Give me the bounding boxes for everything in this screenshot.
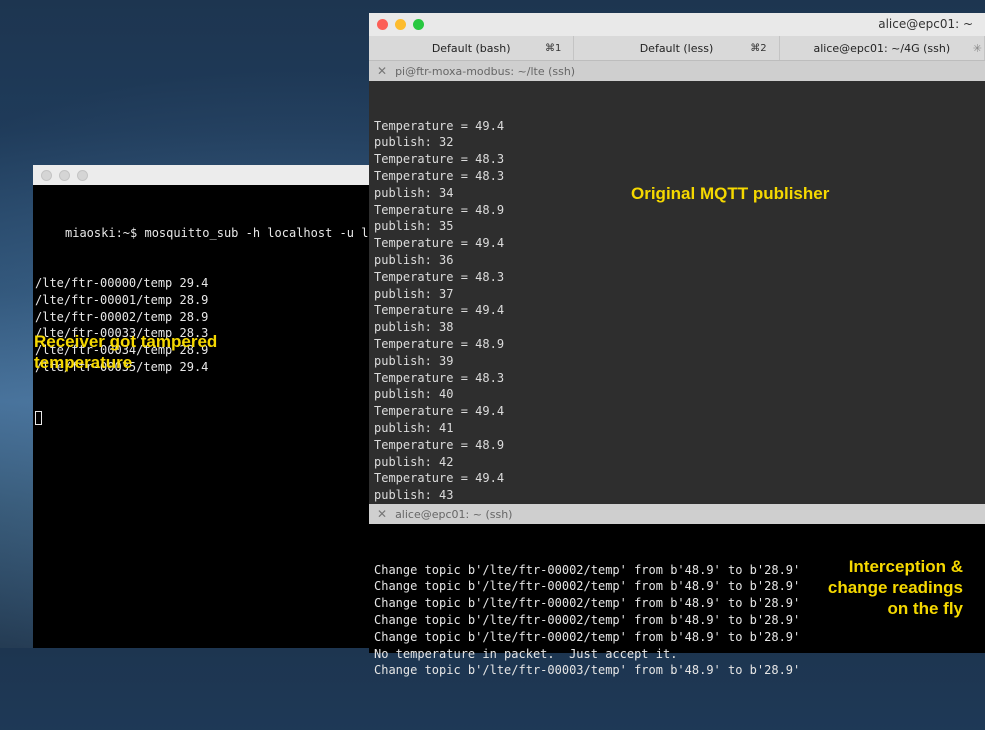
left-terminal-output[interactable]: miaoski:~$ mosquitto_sub -h localhost -u… xyxy=(33,185,376,460)
terminal-line: Temperature = 48.3 xyxy=(374,370,505,385)
terminal-cursor xyxy=(35,409,373,426)
close-icon[interactable] xyxy=(377,19,388,30)
pane1-title: pi@ftr-moxa-modbus: ~/lte (ssh) xyxy=(395,64,576,78)
minimize-icon[interactable] xyxy=(395,19,406,30)
tab-label: Default (less) xyxy=(639,41,714,55)
publisher-lines: Temperature = 49.4 publish: 32 Temperature… xyxy=(374,118,985,504)
left-terminal-window[interactable]: miaoski:~$ mosquitto_sub -h localhost -u… xyxy=(33,165,376,648)
interceptor-annotation: Interception & change readings on the fl… xyxy=(827,557,963,618)
tab-default-less[interactable]: Default (less) ⌘2 xyxy=(574,36,780,60)
tab-bar: Default (bash) ⌘1 Default (less) ⌘2 alic… xyxy=(369,36,985,61)
terminal-line: Temperature = 48.9 xyxy=(374,202,505,217)
terminal-line: Temperature = 48.3 xyxy=(374,152,505,167)
terminal-line: publish: 38 xyxy=(374,320,454,335)
terminal-line: publish: 35 xyxy=(374,219,454,234)
terminal-line: publish: 40 xyxy=(374,387,454,402)
right-window-titlebar[interactable]: alice@epc01: ~ xyxy=(369,13,985,36)
tab-shortcut: ⌘1 xyxy=(544,42,562,54)
terminal-line: No temperature in packet. Just accept it… xyxy=(374,646,678,661)
terminal-line: publish: 39 xyxy=(374,353,454,368)
terminal-line: /lte/ftr-00000/temp 29.4 xyxy=(35,275,209,290)
terminal-line: Temperature = 48.3 xyxy=(374,269,505,284)
terminal-line: Temperature = 49.4 xyxy=(374,236,505,251)
terminal-line: /lte/ftr-00001/temp 28.9 xyxy=(35,292,209,307)
publisher-annotation: Original MQTT publisher xyxy=(631,184,830,203)
terminal-line: Change topic b'/lte/ftr-00003/temp' from… xyxy=(374,663,801,678)
publisher-pane[interactable]: Temperature = 49.4 publish: 32 Temperature… xyxy=(369,81,985,554)
tab-alice-4g-ssh[interactable]: alice@epc01: ~/4G (ssh) ✳ xyxy=(780,36,985,60)
terminal-line: publish: 36 xyxy=(374,252,454,267)
terminal-line: Temperature = 48.9 xyxy=(374,437,505,452)
receiver-annotation: Receiver got tampered temperature xyxy=(34,332,218,372)
close-pane-icon[interactable]: ✕ xyxy=(377,64,387,78)
window-title: alice@epc01: ~ xyxy=(878,17,973,31)
tab-shortcut: ⌘2 xyxy=(750,42,767,54)
zoom-icon[interactable] xyxy=(413,19,424,30)
terminal-line: /lte/ftr-00002/temp 28.9 xyxy=(35,309,209,324)
zoom-icon[interactable] xyxy=(77,169,88,181)
tab-label: alice@epc01: ~/4G (ssh) xyxy=(813,41,951,55)
terminal-line: publish: 43 xyxy=(374,488,454,503)
terminal-line: Temperature = 49.4 xyxy=(374,471,505,486)
terminal-line: publish: 41 xyxy=(374,420,454,435)
terminal-line: publish: 37 xyxy=(374,286,454,301)
terminal-line: Temperature = 49.4 xyxy=(374,404,505,419)
activity-spinner-icon: ✳ xyxy=(972,41,982,55)
left-window-titlebar[interactable] xyxy=(33,165,373,185)
interceptor-pane[interactable]: Change topic b'/lte/ftr-00002/temp' from… xyxy=(369,524,985,677)
shell-prompt: miaoski:~$ mosquitto_sub -h localhost -u… xyxy=(65,225,376,240)
right-terminal-window[interactable]: alice@epc01: ~ Default (bash) ⌘1 Default… xyxy=(369,13,985,677)
minimize-icon[interactable] xyxy=(59,169,70,181)
close-icon[interactable] xyxy=(41,169,52,181)
terminal-line: publish: 42 xyxy=(374,454,454,469)
terminal-line: Temperature = 49.4 xyxy=(374,303,505,318)
terminal-line: publish: 32 xyxy=(374,135,454,150)
pane1-header[interactable]: ✕ pi@ftr-moxa-modbus: ~/lte (ssh) xyxy=(369,61,985,81)
terminal-line: Temperature = 48.9 xyxy=(374,336,505,351)
tab-default-bash[interactable]: Default (bash) ⌘1 xyxy=(369,36,575,60)
tab-label: Default (bash) xyxy=(431,41,511,55)
terminal-line: Change topic b'/lte/ftr-00002/temp' from… xyxy=(374,629,801,644)
terminal-line: Temperature = 49.4 xyxy=(374,118,505,133)
